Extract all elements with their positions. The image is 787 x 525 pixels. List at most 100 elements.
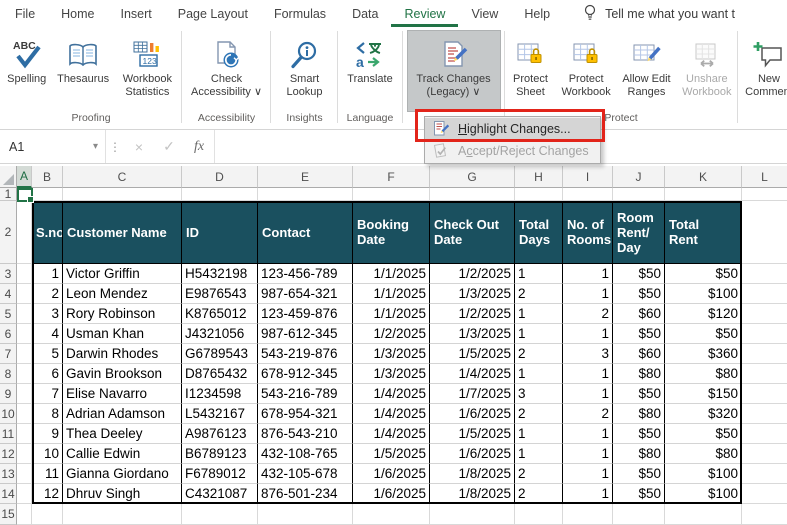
table-cell[interactable]: 1/5/2025	[430, 344, 515, 364]
table-cell[interactable]: 6	[32, 364, 63, 384]
table-cell[interactable]: 1/4/2025	[353, 424, 430, 444]
table-cell[interactable]: 1	[515, 444, 563, 464]
table-cell[interactable]: Dhruv Singh	[63, 484, 182, 504]
table-cell[interactable]: Callie Edwin	[63, 444, 182, 464]
table-cell[interactable]: 1/6/2025	[353, 464, 430, 484]
table-cell[interactable]: 2	[515, 284, 563, 304]
selected-cell-A1[interactable]	[17, 188, 34, 203]
table-cell[interactable]: $80	[665, 444, 742, 464]
table-cell[interactable]: 987-654-321	[258, 284, 353, 304]
tab-page-layout[interactable]: Page Layout	[165, 0, 261, 27]
row-header-13[interactable]: 13	[0, 464, 17, 484]
table-cell[interactable]: 2	[563, 304, 613, 324]
table-header-cell[interactable]: No. of Rooms	[563, 201, 613, 264]
table-cell[interactable]: 1	[563, 324, 613, 344]
empty-cell[interactable]	[17, 384, 32, 404]
table-cell[interactable]: $100	[665, 464, 742, 484]
table-cell[interactable]: $50	[613, 484, 665, 504]
table-cell[interactable]: Darwin Rhodes	[63, 344, 182, 364]
column-header-B[interactable]: B	[32, 166, 63, 188]
table-cell[interactable]: $50	[665, 424, 742, 444]
empty-cell[interactable]	[742, 504, 787, 525]
table-cell[interactable]: 10	[32, 444, 63, 464]
table-cell[interactable]: 9	[32, 424, 63, 444]
row-header-14[interactable]: 14	[0, 484, 17, 504]
table-cell[interactable]: $320	[665, 404, 742, 424]
empty-cell[interactable]	[17, 364, 32, 384]
table-cell[interactable]: 123-456-789	[258, 264, 353, 284]
column-header-G[interactable]: G	[430, 166, 515, 188]
empty-cell[interactable]	[17, 264, 32, 284]
empty-cell[interactable]	[742, 304, 787, 324]
empty-cell[interactable]	[613, 188, 665, 201]
table-cell[interactable]: 1/3/2025	[353, 364, 430, 384]
table-cell[interactable]: $50	[665, 324, 742, 344]
empty-cell[interactable]	[353, 188, 430, 201]
empty-cell[interactable]	[63, 188, 182, 201]
empty-cell[interactable]	[742, 188, 787, 201]
empty-cell[interactable]	[258, 504, 353, 525]
empty-cell[interactable]	[430, 188, 515, 201]
table-cell[interactable]: 1	[515, 364, 563, 384]
empty-cell[interactable]	[17, 404, 32, 424]
table-cell[interactable]: $100	[665, 284, 742, 304]
table-cell[interactable]: 2	[515, 404, 563, 424]
table-cell[interactable]: 11	[32, 464, 63, 484]
table-cell[interactable]: 1/6/2025	[353, 484, 430, 504]
empty-cell[interactable]	[742, 284, 787, 304]
column-header-H[interactable]: H	[515, 166, 563, 188]
table-cell[interactable]: 1/3/2025	[430, 284, 515, 304]
protect-sheet-button[interactable]: Protect Sheet	[506, 30, 555, 112]
table-header-cell[interactable]: Room Rent/ Day	[613, 201, 665, 264]
table-cell[interactable]: 876-501-234	[258, 484, 353, 504]
tab-help[interactable]: Help	[511, 0, 563, 27]
empty-cell[interactable]	[515, 504, 563, 525]
check-accessibility-button[interactable]: Check Accessibility ∨	[184, 30, 270, 112]
table-cell[interactable]: I1234598	[182, 384, 258, 404]
row-header-9[interactable]: 9	[0, 384, 17, 404]
tell-me-search[interactable]: Tell me what you want t	[583, 0, 735, 27]
table-cell[interactable]: 1	[563, 464, 613, 484]
table-cell[interactable]: 1	[563, 364, 613, 384]
table-cell[interactable]: 1/4/2025	[353, 384, 430, 404]
tab-view[interactable]: View	[458, 0, 511, 27]
empty-cell[interactable]	[353, 504, 430, 525]
table-cell[interactable]: L5432167	[182, 404, 258, 424]
empty-cell[interactable]	[742, 404, 787, 424]
new-comment-button[interactable]: New Comment	[739, 30, 787, 112]
allow-edit-ranges-button[interactable]: Allow Edit Ranges	[617, 30, 675, 112]
table-cell[interactable]: 543-216-789	[258, 384, 353, 404]
table-header-cell[interactable]: Check Out Date	[430, 201, 515, 264]
table-cell[interactable]: 123-459-876	[258, 304, 353, 324]
empty-cell[interactable]	[17, 201, 32, 264]
empty-cell[interactable]	[515, 188, 563, 201]
table-cell[interactable]: 1/7/2025	[430, 384, 515, 404]
table-cell[interactable]: 1/2/2025	[353, 324, 430, 344]
table-cell[interactable]: 1	[563, 264, 613, 284]
table-cell[interactable]: 1	[563, 384, 613, 404]
row-header-6[interactable]: 6	[0, 324, 17, 344]
table-cell[interactable]: Leon Mendez	[63, 284, 182, 304]
empty-cell[interactable]	[17, 444, 32, 464]
row-header-4[interactable]: 4	[0, 284, 17, 304]
table-cell[interactable]: Gianna Giordano	[63, 464, 182, 484]
table-cell[interactable]: 1	[563, 284, 613, 304]
table-cell[interactable]: 1/8/2025	[430, 484, 515, 504]
table-cell[interactable]: $50	[613, 264, 665, 284]
table-cell[interactable]: $60	[613, 304, 665, 324]
table-cell[interactable]: 12	[32, 484, 63, 504]
table-cell[interactable]: 1/2/2025	[430, 304, 515, 324]
tab-data[interactable]: Data	[339, 0, 391, 27]
table-cell[interactable]: 1	[515, 264, 563, 284]
row-header-3[interactable]: 3	[0, 264, 17, 284]
empty-cell[interactable]	[742, 424, 787, 444]
empty-cell[interactable]	[563, 188, 613, 201]
table-cell[interactable]: $80	[665, 364, 742, 384]
table-cell[interactable]: $50	[613, 424, 665, 444]
table-cell[interactable]: 432-105-678	[258, 464, 353, 484]
table-cell[interactable]: 3	[32, 304, 63, 324]
track-changes-button[interactable]: Track Changes (Legacy) ∨	[406, 30, 501, 112]
table-cell[interactable]: 1/2/2025	[430, 264, 515, 284]
table-cell[interactable]: Usman Khan	[63, 324, 182, 344]
table-header-cell[interactable]: Total Rent	[665, 201, 742, 264]
